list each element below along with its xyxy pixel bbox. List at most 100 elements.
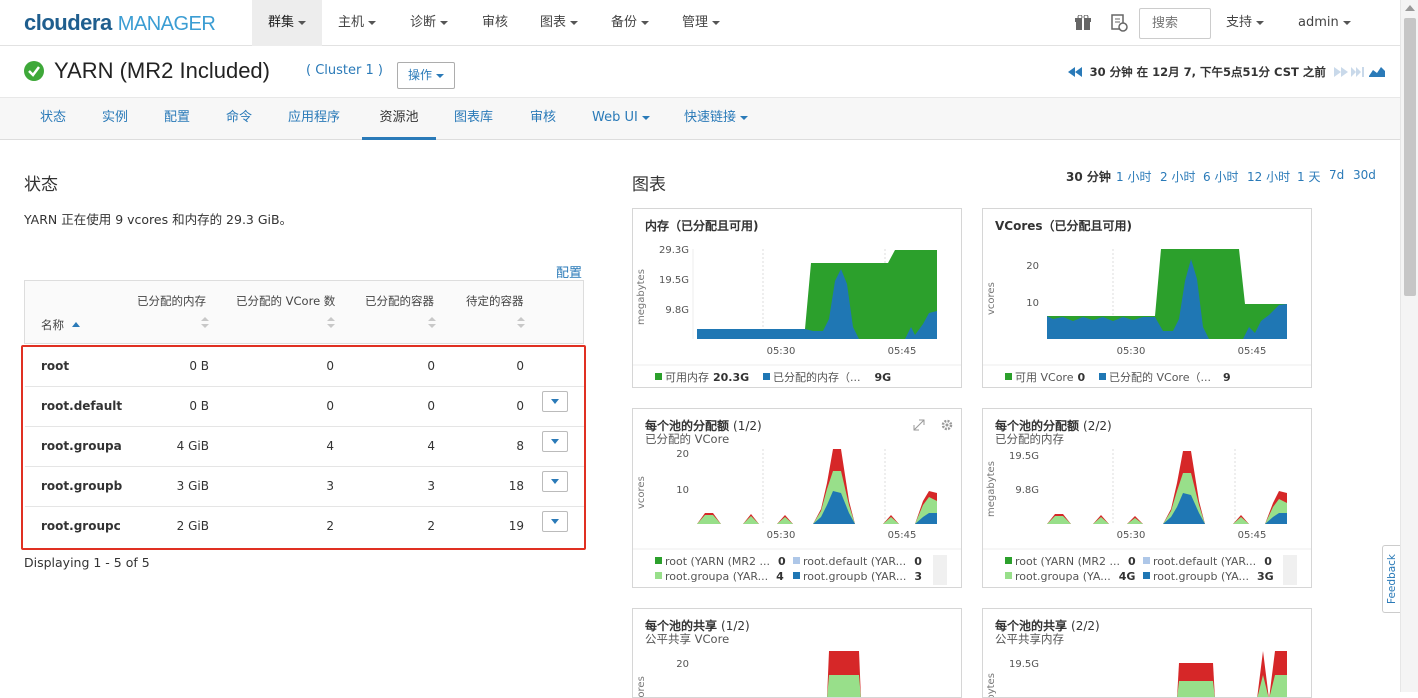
chevron-down-icon: [641, 115, 650, 120]
legend-item: 已分配的 VCore（... 9: [1099, 369, 1231, 385]
chevron-down-icon: [712, 20, 721, 25]
nav-backup[interactable]: 备份: [611, 0, 650, 46]
col-allocated-containers[interactable]: 已分配的容器: [365, 293, 434, 309]
y-tick-label: 20: [676, 449, 689, 460]
table-row: root.default 0 B 0 0 0: [25, 387, 584, 427]
tab-commands[interactable]: 命令: [226, 98, 252, 140]
tab-applications[interactable]: 应用程序: [288, 98, 340, 140]
range-2h[interactable]: 2 小时: [1160, 168, 1195, 185]
col-allocated-vcores[interactable]: 已分配的 VCore 数: [236, 293, 335, 309]
range-7d[interactable]: 7d: [1329, 168, 1344, 182]
col-name[interactable]: 名称: [41, 317, 80, 333]
tab-web-ui[interactable]: Web UI: [592, 98, 650, 140]
chart-panel-pool-allocation-vcores: 每个池的分配额 (1/2) 已分配的 VCore vcores 20 10 05:…: [632, 408, 962, 588]
pool-vcores: 0: [326, 399, 334, 413]
chevron-down-icon: [570, 20, 579, 25]
search-input[interactable]: [1139, 8, 1211, 39]
chart-area-icon[interactable]: [1368, 65, 1385, 77]
row-actions-button[interactable]: [542, 511, 568, 532]
gift-icon[interactable]: [1075, 15, 1091, 31]
pool-pending: 19: [508, 519, 524, 533]
nav-admin[interactable]: 管理: [682, 0, 721, 46]
pool-vcores: 0: [326, 359, 334, 373]
tab-status[interactable]: 状态: [40, 98, 66, 140]
chart-panel-pool-share-memory: 每个池的共享(2/2) 公平共享内存 megabytes 19.5G: [982, 608, 1312, 698]
range-1h[interactable]: 1 小时: [1116, 168, 1151, 185]
legend-item: root.default (YAR... 0: [793, 555, 922, 568]
range-30d[interactable]: 30d: [1353, 168, 1376, 182]
status-heading: 状态: [24, 175, 58, 195]
chevron-down-icon: [1342, 20, 1351, 25]
sort-icon[interactable]: [428, 317, 436, 331]
nav-clusters[interactable]: 群集: [252, 0, 323, 46]
nav-hosts[interactable]: 主机: [338, 0, 377, 46]
range-1d[interactable]: 1 天: [1297, 168, 1320, 185]
row-actions-button[interactable]: [542, 431, 568, 452]
x-tick-label: 05:30: [767, 346, 796, 357]
x-tick-label: 05:30: [1117, 530, 1146, 541]
chevron-down-icon: [551, 479, 559, 484]
legend-scrollbar[interactable]: [933, 555, 947, 585]
pool-series-groupa: [1047, 451, 1287, 524]
pool-containers: 0: [427, 359, 435, 373]
rewind-icon[interactable]: [1068, 67, 1082, 77]
chevron-down-icon: [551, 399, 559, 404]
legend-scrollbar[interactable]: [1283, 555, 1297, 585]
nav-support[interactable]: 支持: [1226, 0, 1265, 46]
range-6h[interactable]: 6 小时: [1203, 168, 1238, 185]
running-commands-icon[interactable]: [1110, 14, 1128, 32]
time-context-label: 30 分钟 在 12月 7, 下午5点51分 CST 之前: [1089, 65, 1326, 79]
y-tick-label: 19.5G: [1009, 451, 1039, 462]
x-tick-label: 05:45: [1238, 530, 1267, 541]
row-actions-button[interactable]: [542, 391, 568, 412]
table-row: root.groupc 2 GiB 2 2 19: [25, 507, 584, 547]
nav-diagnostics[interactable]: 诊断: [410, 0, 449, 46]
y-tick-label: 9.8G: [665, 305, 689, 316]
nav-user-menu[interactable]: admin: [1298, 0, 1351, 46]
y-tick-label: 20: [676, 659, 689, 670]
legend-item: root.groupa (YAR... 4: [655, 570, 784, 583]
sort-icon[interactable]: [327, 317, 335, 331]
charts-heading: 图表: [632, 175, 666, 195]
chevron-down-icon: [440, 20, 449, 25]
cluster-link[interactable]: ( Cluster 1 ): [306, 63, 383, 78]
y-tick-label: 19.5G: [659, 275, 689, 286]
row-actions-button[interactable]: [542, 471, 568, 492]
config-link[interactable]: 配置: [556, 262, 582, 281]
chart-panel-pool-allocation-memory: 每个池的分配额 (2/2) 已分配的内存 megabytes 19.5G 9.8G…: [982, 408, 1312, 588]
actions-button[interactable]: 操作: [397, 62, 455, 89]
pool-memory: 2 GiB: [176, 519, 209, 533]
legend-item: root.groupa (YA... 4G: [1005, 570, 1135, 583]
sort-icon[interactable]: [201, 317, 209, 331]
legend-item: 可用 VCore 0: [1005, 369, 1085, 385]
tab-instances[interactable]: 实例: [102, 98, 128, 140]
chevron-down-icon: [298, 20, 307, 25]
fast-forward-icon: [1333, 67, 1348, 77]
scrollbar-thumb[interactable]: [1404, 18, 1416, 296]
range-12h[interactable]: 12 小时: [1247, 168, 1290, 185]
tab-chart-library[interactable]: 图表库: [454, 98, 493, 140]
pool-vcores: 2: [326, 519, 334, 533]
tab-resource-pools[interactable]: 资源池: [362, 98, 436, 140]
tab-audits[interactable]: 审核: [530, 98, 556, 140]
chevron-down-icon: [551, 439, 559, 444]
nav-charts[interactable]: 图表: [540, 0, 579, 46]
page-scrollbar[interactable]: [1400, 0, 1418, 692]
pool-pending: 18: [508, 479, 524, 493]
scroll-up-icon[interactable]: [1405, 5, 1415, 11]
pool-share-memory-chart: 19.5G: [1009, 651, 1287, 697]
nav-audits[interactable]: 审核: [482, 0, 508, 46]
pool-name: root.groupa: [41, 439, 122, 453]
pool-pending: 0: [516, 399, 524, 413]
tab-configuration[interactable]: 配置: [164, 98, 190, 140]
sort-icon[interactable]: [517, 317, 525, 331]
pool-vcores: 4: [326, 439, 334, 453]
col-pending-containers[interactable]: 待定的容器: [466, 293, 524, 309]
range-30m[interactable]: 30 分钟: [1066, 168, 1111, 185]
y-tick-label: 19.5G: [1009, 659, 1039, 670]
legend-item: root.default (YAR... 0: [1143, 555, 1272, 568]
cloudera-logo[interactable]: cloudera MANAGER: [24, 10, 216, 36]
col-allocated-memory[interactable]: 已分配的内存: [137, 293, 206, 309]
feedback-tab[interactable]: Feedback: [1382, 545, 1402, 613]
tab-quick-links[interactable]: 快速链接: [684, 98, 749, 140]
